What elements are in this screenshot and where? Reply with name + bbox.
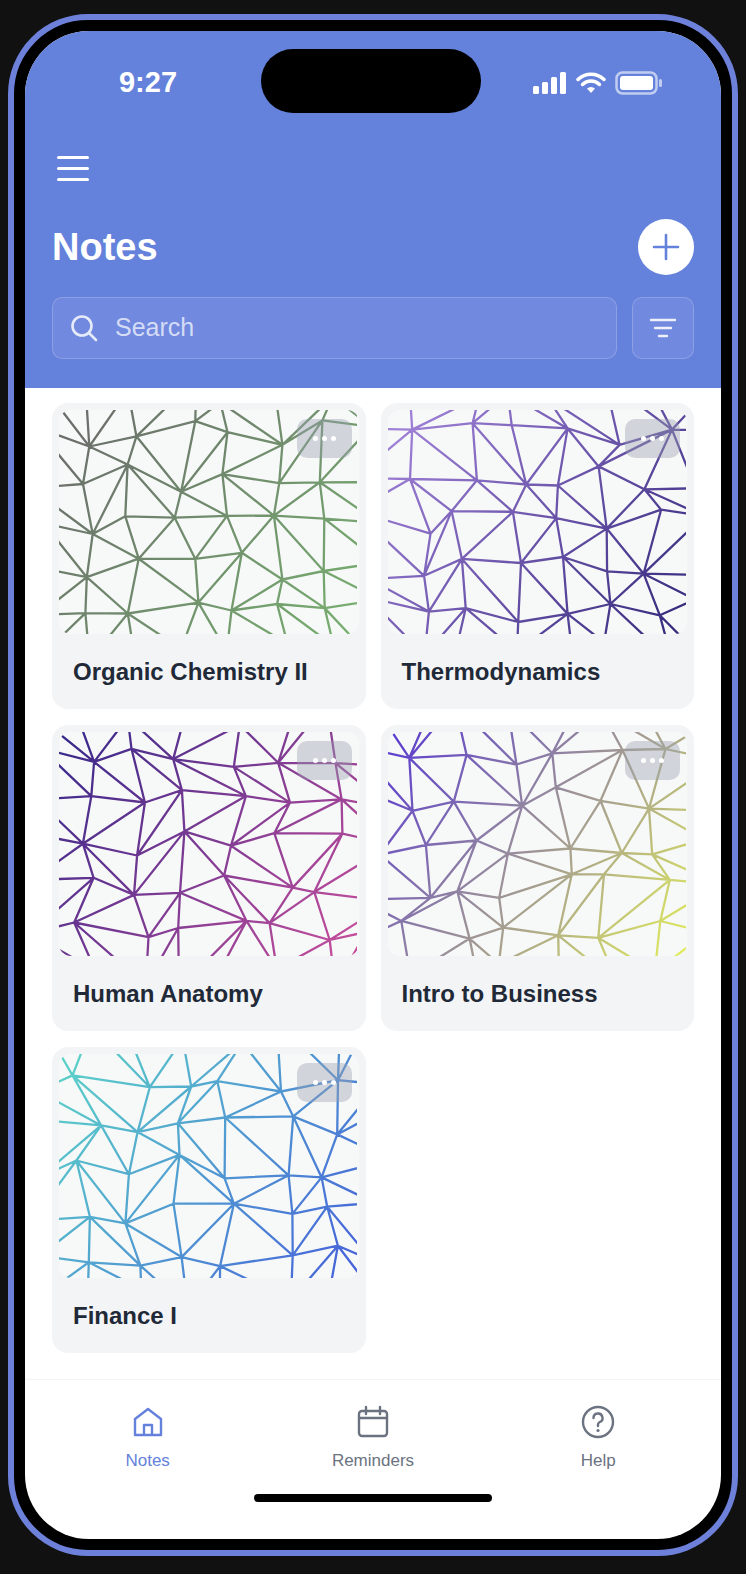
note-cover	[59, 410, 359, 634]
more-dot-icon	[313, 758, 318, 763]
more-dot-icon	[331, 1080, 336, 1085]
note-title: Intro to Business	[388, 956, 688, 1031]
help-icon	[580, 1404, 616, 1440]
notes-area: Organic Chemistry II Thermodynamics Human …	[25, 388, 721, 1379]
more-button[interactable]	[625, 419, 680, 458]
tab-item[interactable]: Reminders	[260, 1404, 485, 1472]
more-dot-icon	[322, 436, 327, 441]
screen: 9:27 Notes	[25, 31, 721, 1539]
more-dot-icon	[313, 1080, 318, 1085]
tab-label: Reminders	[332, 1450, 414, 1472]
more-dot-icon	[650, 436, 655, 441]
more-dot-icon	[650, 758, 655, 763]
tab-bar: Notes Reminders Help	[25, 1379, 721, 1539]
notes-grid: Organic Chemistry II Thermodynamics Human …	[52, 403, 694, 1353]
more-button[interactable]	[297, 1063, 352, 1102]
wifi-icon	[576, 72, 606, 94]
note-title: Organic Chemistry II	[59, 634, 359, 709]
add-button[interactable]	[638, 219, 694, 275]
dynamic-island	[261, 49, 481, 113]
status-icons	[475, 71, 721, 95]
more-dot-icon	[641, 758, 646, 763]
note-title: Human Anatomy	[59, 956, 359, 1031]
note-cover	[59, 1054, 359, 1278]
note-card[interactable]: Finance I	[52, 1047, 366, 1353]
more-dot-icon	[331, 436, 336, 441]
clock: 9:27	[25, 61, 271, 105]
home-icon	[130, 1404, 166, 1440]
note-card[interactable]: Organic Chemistry II	[52, 403, 366, 709]
more-dot-icon	[313, 436, 318, 441]
note-title: Finance I	[59, 1278, 359, 1353]
more-dot-icon	[641, 436, 646, 441]
more-dot-icon	[331, 758, 336, 763]
more-dot-icon	[322, 758, 327, 763]
filter-button[interactable]	[632, 297, 694, 359]
more-button[interactable]	[297, 741, 352, 780]
home-indicator	[254, 1494, 492, 1502]
more-button[interactable]	[625, 741, 680, 780]
search-field[interactable]	[52, 297, 617, 359]
filter-icon	[649, 316, 677, 340]
tab-item[interactable]: Help	[486, 1404, 711, 1472]
more-dot-icon	[659, 436, 664, 441]
phone-frame: 9:27 Notes	[8, 14, 738, 1556]
menu-button[interactable]	[57, 156, 89, 181]
note-card[interactable]: Intro to Business	[381, 725, 695, 1031]
note-cover	[388, 732, 688, 956]
tab-item[interactable]: Notes	[35, 1404, 260, 1472]
note-cover	[59, 732, 359, 956]
battery-icon	[615, 71, 663, 95]
note-card[interactable]: Thermodynamics	[381, 403, 695, 709]
plus-icon	[651, 232, 681, 262]
calendar-icon	[355, 1404, 391, 1440]
tab-label: Help	[581, 1450, 616, 1472]
more-dot-icon	[322, 1080, 327, 1085]
note-cover	[388, 410, 688, 634]
page-title: Notes	[52, 228, 158, 266]
search-input[interactable]	[115, 309, 600, 347]
search-icon	[69, 313, 99, 343]
more-button[interactable]	[297, 419, 352, 458]
note-card[interactable]: Human Anatomy	[52, 725, 366, 1031]
header: 9:27 Notes	[25, 31, 721, 388]
note-title: Thermodynamics	[388, 634, 688, 709]
status-bar: 9:27	[25, 31, 721, 135]
tab-label: Notes	[125, 1450, 169, 1472]
more-dot-icon	[659, 758, 664, 763]
signal-icon	[533, 72, 567, 94]
